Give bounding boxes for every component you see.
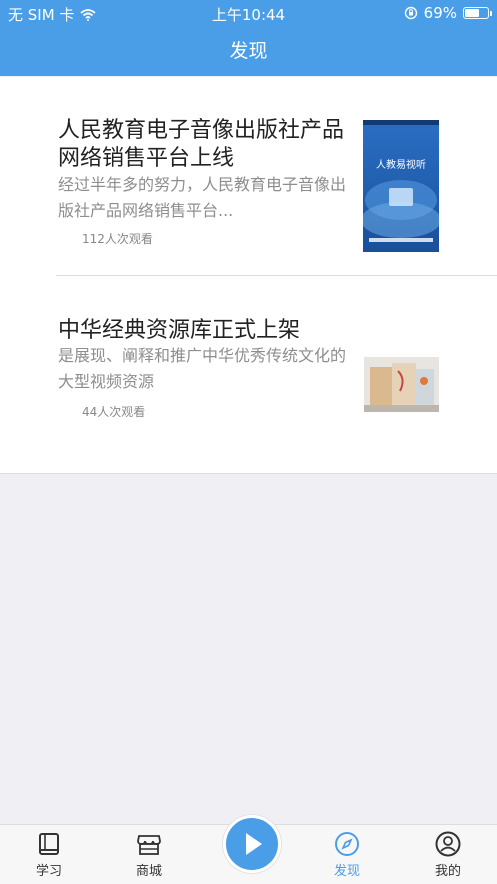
tab-discover[interactable]: 发现: [307, 825, 387, 884]
item-thumbnail: 人教易视听: [361, 120, 441, 252]
item-thumbnail: [364, 357, 439, 412]
news-list: 人民教育电子音像出版社产品网络销售平台上线 经过半年多的努力，人民教育电子音像出…: [0, 77, 497, 474]
status-bar: 无 SIM 卡 上午10:44 69%: [0, 0, 497, 26]
tab-label: 发现: [333, 864, 360, 879]
tab-label: 商城: [135, 864, 162, 879]
tab-label: 学习: [35, 864, 62, 879]
list-item[interactable]: 人民教育电子音像出版社产品网络销售平台上线 经过半年多的努力，人民教育电子音像出…: [58, 117, 497, 257]
compass-icon: [335, 832, 359, 856]
list-item[interactable]: 中华经典资源库正式上架 是展现、阐释和推广中华优秀传统文化的大型视频资源 44人…: [58, 317, 497, 427]
tab-label: 我的: [434, 864, 461, 879]
item-title: 中华经典资源库正式上架: [58, 318, 301, 343]
play-icon: [246, 833, 262, 855]
tab-study[interactable]: 学习: [9, 825, 89, 884]
item-desc: 是展现、阐释和推广中华优秀传统文化的大型视频资源: [58, 346, 347, 391]
book-icon: [39, 833, 59, 855]
tab-store[interactable]: 商城: [109, 825, 189, 884]
thumbnail-text: 人教易视听: [376, 158, 426, 171]
play-button[interactable]: [223, 815, 281, 873]
item-title: 人民教育电子音像出版社产品网络销售平台上线: [58, 118, 345, 171]
tab-bar: 学习 商城 发现 我的: [0, 815, 497, 884]
person-icon: [435, 831, 461, 857]
store-icon: [137, 835, 161, 855]
divider: [56, 275, 497, 276]
item-desc: 经过半年多的努力，人民教育电子音像出版社产品网络销售平台...: [58, 175, 347, 220]
item-views: 112人次观看: [82, 232, 153, 246]
battery-icon: [463, 7, 492, 19]
item-views: 44人次观看: [82, 405, 146, 419]
page-title: 发现: [229, 40, 268, 62]
tab-mine[interactable]: 我的: [408, 825, 488, 884]
battery-percent: 69%: [423, 4, 457, 22]
rotation-lock-icon: [404, 6, 417, 20]
nav-bar: 发现: [0, 26, 497, 76]
